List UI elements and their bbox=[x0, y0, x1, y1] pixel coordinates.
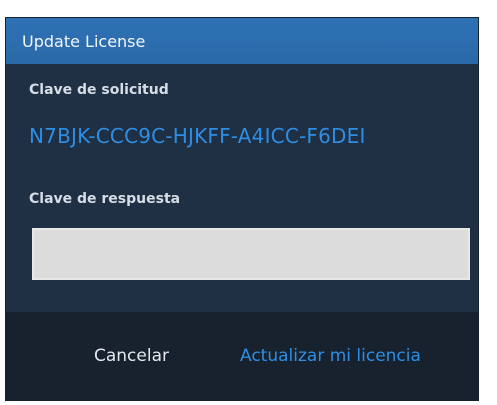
cancel-button[interactable]: Cancelar bbox=[94, 346, 169, 366]
request-key-label: Clave de solicitud bbox=[29, 82, 169, 98]
dialog-title: Update License bbox=[22, 32, 146, 51]
update-license-dialog: Update License Clave de solicitud N7BJK-… bbox=[6, 18, 478, 400]
request-key-value[interactable]: N7BJK-CCC9C-HJKFF-A4ICC-F6DEI bbox=[29, 124, 366, 148]
response-key-input[interactable] bbox=[32, 228, 470, 280]
dialog-content: Clave de solicitud N7BJK-CCC9C-HJKFF-A4I… bbox=[6, 64, 478, 312]
update-license-button[interactable]: Actualizar mi licencia bbox=[240, 346, 421, 366]
dialog-titlebar[interactable]: Update License bbox=[6, 18, 478, 64]
response-key-label: Clave de respuesta bbox=[29, 191, 181, 207]
dialog-footer: Cancelar Actualizar mi licencia bbox=[6, 312, 478, 400]
